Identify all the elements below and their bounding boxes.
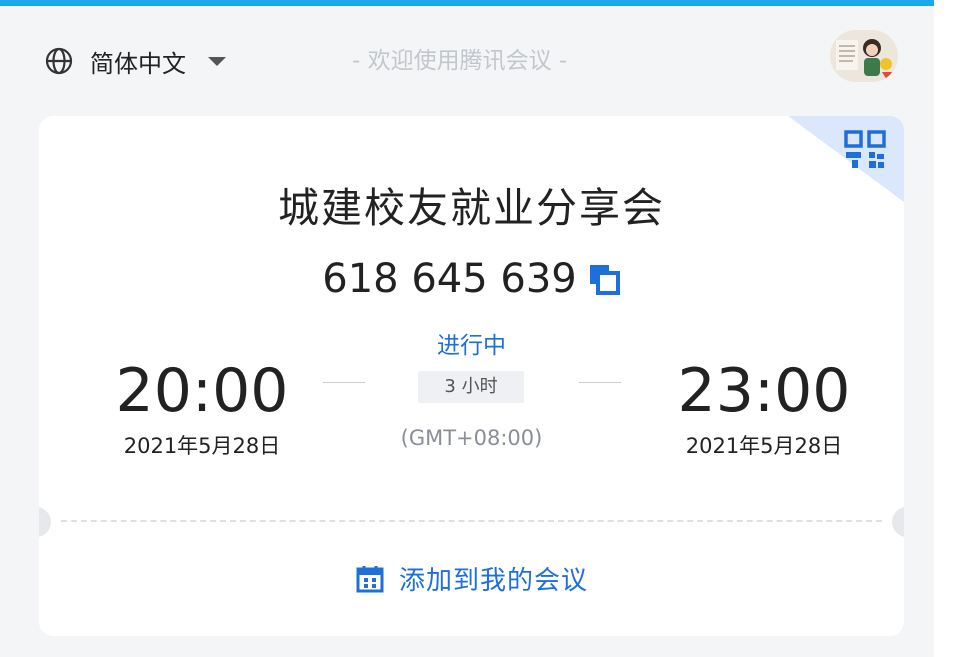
welcome-text: - 欢迎使用腾讯会议 - [352,48,568,74]
header: 简体中文 - 欢迎使用腾讯会议 - [0,30,934,90]
language-label: 简体中文 [90,49,186,78]
ticket-notch-right [892,507,904,537]
timezone-label: (GMT+08:00) [400,426,543,450]
end-time: 23:00 [677,356,851,426]
avatar[interactable] [830,30,898,82]
avatar-image [830,30,898,82]
meeting-invite-page: 简体中文 - 欢迎使用腾讯会议 - 城建校友就业分享会 618 645 639 … [0,0,934,657]
globe-icon [45,47,73,75]
meeting-card: 城建校友就业分享会 618 645 639 进行中 20:00 2021年5月2… [39,116,904,636]
dash-left [323,382,365,383]
qr-code-icon[interactable] [844,130,886,170]
language-selector[interactable]: 简体中文 [44,46,228,78]
dashed-divider [61,520,882,522]
dash-right [579,382,621,383]
calendar-icon [356,565,384,592]
meeting-title: 城建校友就业分享会 [278,184,665,232]
caret-down-icon [208,57,226,66]
add-to-my-meetings-label: 添加到我的会议 [398,566,588,596]
add-to-my-meetings-button[interactable]: 添加到我的会议 [39,560,904,597]
copy-icon[interactable] [587,262,621,296]
duration-badge: 3 小时 [418,371,524,403]
meeting-id-row: 618 645 639 [39,256,904,302]
ticket-notch-left [39,507,51,537]
top-accent-bar [0,0,934,6]
meeting-id: 618 645 639 [322,256,577,302]
meeting-status: 进行中 [437,333,506,359]
start-time: 20:00 [115,356,289,426]
